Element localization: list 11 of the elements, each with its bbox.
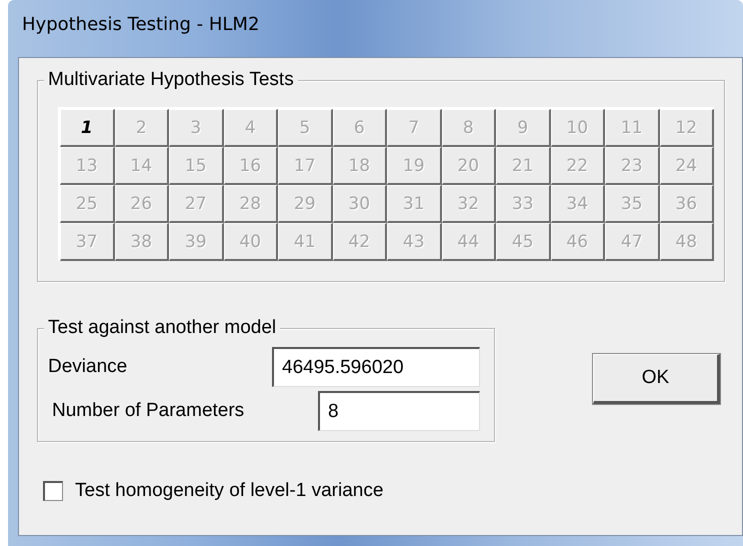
group-title: Test against another model [44, 317, 280, 339]
checkbox-label: Test homogeneity of level-1 variance [75, 480, 384, 502]
input-field[interactable]: 46495.596020 [272, 347, 480, 387]
input-field[interactable]: 8 [318, 391, 480, 431]
ok-button[interactable]: OK [593, 354, 720, 404]
group-title: Multivariate Hypothesis Tests [44, 69, 298, 91]
test-button[interactable]: 1 [60, 109, 114, 147]
field-label: Number of Parameters [51, 400, 244, 422]
field-label: Deviance [48, 356, 128, 378]
checkbox[interactable] [43, 481, 63, 501]
window-title: Hypothesis Testing - HLM2 [22, 14, 260, 35]
